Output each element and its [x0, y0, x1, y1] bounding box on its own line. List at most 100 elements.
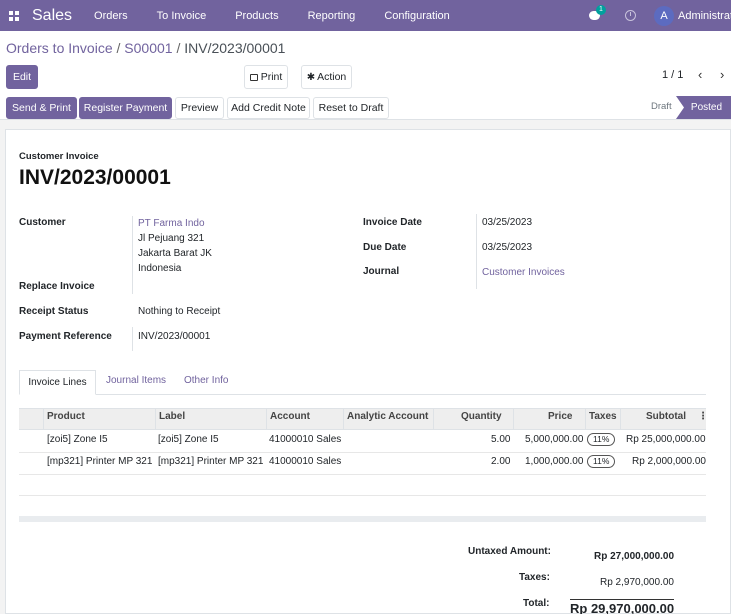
row-2-account[interactable]: 41000010 Sales — [269, 456, 341, 467]
user-name[interactable]: Administrator — [678, 10, 731, 22]
invoice-date-value[interactable]: 03/25/2023 — [482, 217, 532, 228]
clock-icon[interactable] — [625, 10, 636, 21]
taxes-value: Rp 2,970,000.00 — [600, 577, 674, 588]
document-type-label: Customer Invoice — [19, 151, 99, 162]
breadcrumb-separator: / — [176, 40, 181, 56]
field-divider — [132, 327, 133, 351]
journal-label: Journal — [363, 266, 400, 277]
register-payment-button[interactable]: Register Payment — [79, 97, 172, 119]
column-separator — [343, 408, 344, 430]
add-credit-note-button[interactable]: Add Credit Note — [227, 97, 310, 119]
menu-orders[interactable]: Orders — [94, 10, 128, 22]
row-1-label[interactable]: [zoi5] Zone I5 — [158, 434, 219, 445]
status-posted: Posted — [676, 96, 731, 119]
pager-value[interactable]: 1 / 1 — [662, 69, 683, 81]
invoice-date-label: Invoice Date — [363, 217, 422, 228]
column-separator — [155, 408, 156, 430]
menu-to-invoice[interactable]: To Invoice — [157, 10, 207, 22]
receipt-status-label: Receipt Status — [19, 306, 89, 317]
print-icon — [249, 73, 258, 81]
column-product[interactable]: Product — [47, 411, 85, 422]
field-divider — [476, 214, 477, 289]
column-separator — [43, 408, 44, 430]
menu-configuration[interactable]: Configuration — [384, 10, 449, 22]
field-divider — [132, 216, 133, 294]
print-label: Print — [260, 71, 283, 83]
breadcrumb: Orders to Invoice / S00001 / INV/2023/00… — [6, 40, 285, 56]
column-taxes[interactable]: Taxes — [589, 411, 617, 422]
status-draft[interactable]: Draft — [651, 101, 672, 112]
due-date-label: Due Date — [363, 242, 407, 253]
action-button[interactable]: ✱ Action — [301, 65, 352, 89]
column-separator — [266, 408, 267, 430]
app-name[interactable]: Sales — [32, 7, 72, 25]
tabs-divider — [19, 394, 706, 395]
breadcrumb-current: INV/2023/00001 — [184, 40, 286, 56]
edit-button[interactable]: Edit — [6, 65, 38, 89]
column-label[interactable]: Label — [159, 411, 185, 422]
gear-icon: ✱ — [306, 71, 316, 83]
column-quantity[interactable]: Quantity — [461, 411, 502, 422]
chat-icon[interactable]: 1 — [589, 5, 606, 21]
column-separator — [585, 408, 586, 430]
row-1-tax-badge[interactable]: 11% — [587, 433, 616, 446]
customer-address-country: Indonesia — [138, 263, 182, 274]
total-label: Total: — [523, 598, 550, 609]
menu-reporting[interactable]: Reporting — [308, 10, 356, 22]
untaxed-amount-label: Untaxed Amount: — [468, 546, 551, 557]
print-button[interactable]: Print — [244, 65, 288, 89]
preview-button[interactable]: Preview — [175, 97, 224, 119]
receipt-status-value: Nothing to Receipt — [138, 306, 221, 317]
row-2-product[interactable]: [mp321] Printer MP 321 — [47, 456, 152, 467]
due-date-value[interactable]: 03/25/2023 — [482, 242, 532, 253]
chat-badge: 1 — [596, 5, 606, 15]
pager-previous-icon[interactable]: ‹ — [698, 67, 702, 82]
column-separator — [513, 408, 514, 430]
reset-to-draft-button[interactable]: Reset to Draft — [313, 97, 389, 119]
column-price[interactable]: Price — [548, 411, 572, 422]
top-navbar: Sales Orders To Invoice Products Reporti… — [0, 0, 731, 31]
row-1-account[interactable]: 41000010 Sales — [269, 434, 341, 445]
column-account[interactable]: Account — [270, 411, 310, 422]
row-2-subtotal: Rp 2,000,000.00 — [632, 456, 706, 467]
menu-products[interactable]: Products — [235, 10, 278, 22]
breadcrumb-orders-to-invoice[interactable]: Orders to Invoice — [6, 40, 113, 56]
row-1-price[interactable]: 5,000,000.00 — [525, 434, 583, 445]
replace-invoice-label: Replace Invoice — [19, 281, 95, 292]
total-value: Rp 29,970,000.00 — [570, 599, 675, 614]
row-divider — [19, 495, 706, 496]
journal-value[interactable]: Customer Invoices — [482, 267, 565, 278]
breadcrumb-separator: / — [116, 40, 121, 56]
row-2-label[interactable]: [mp321] Printer MP 321 — [158, 456, 263, 467]
invoice-number: INV/2023/00001 — [19, 166, 171, 189]
column-subtotal[interactable]: Subtotal — [646, 411, 686, 422]
column-separator — [620, 408, 621, 430]
customer-name[interactable]: PT Farma Indo — [138, 218, 205, 229]
column-options-icon[interactable]: ⋮ — [698, 411, 708, 422]
row-2-quantity[interactable]: 2.00 — [491, 456, 510, 467]
row-1-quantity[interactable]: 5.00 — [491, 434, 510, 445]
invoice-lines-footer — [19, 516, 706, 522]
form-sheet — [5, 129, 731, 614]
column-separator — [433, 408, 434, 430]
pager-next-icon[interactable]: › — [720, 67, 724, 82]
column-analytic-account[interactable]: Analytic Account — [347, 411, 428, 422]
customer-address-city: Jakarta Barat JK — [138, 248, 212, 259]
apps-menu-icon[interactable] — [2, 0, 26, 31]
tab-journal-items[interactable]: Journal Items — [106, 375, 166, 386]
send-print-button[interactable]: Send & Print — [6, 97, 77, 119]
tab-invoice-lines[interactable]: Invoice Lines — [19, 370, 96, 395]
row-divider — [19, 474, 706, 475]
customer-label: Customer — [19, 217, 66, 228]
avatar[interactable]: A — [654, 5, 674, 26]
breadcrumb-sale-order[interactable]: S00001 — [124, 40, 172, 56]
payment-reference-label: Payment Reference — [19, 331, 112, 342]
row-2-tax-badge[interactable]: 11% — [587, 455, 616, 468]
row-1-product[interactable]: [zoi5] Zone I5 — [47, 434, 108, 445]
row-2-price[interactable]: 1,000,000.00 — [525, 456, 583, 467]
payment-reference-value[interactable]: INV/2023/00001 — [138, 331, 210, 342]
taxes-label: Taxes: — [519, 572, 550, 583]
tab-other-info[interactable]: Other Info — [184, 375, 228, 386]
row-1-subtotal: Rp 25,000,000.00 — [626, 434, 706, 445]
row-divider — [19, 452, 706, 453]
